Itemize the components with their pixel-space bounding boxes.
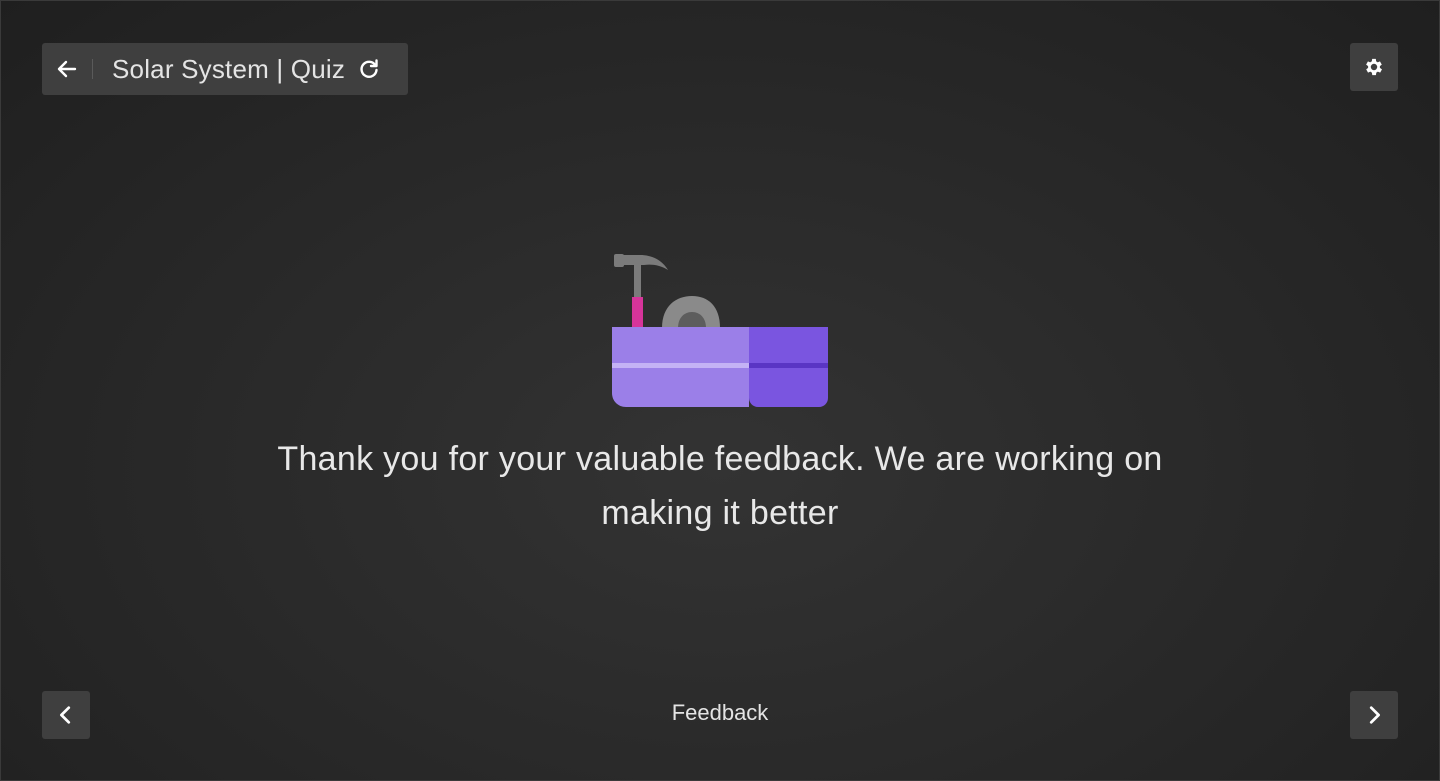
chevron-left-icon (60, 706, 71, 724)
chevron-right-icon (1369, 706, 1380, 724)
gear-icon (1366, 58, 1382, 76)
settings-button[interactable] (1350, 43, 1398, 91)
refresh-icon (360, 59, 378, 78)
header-bar: Solar System | Quiz (42, 43, 408, 95)
header-divider (92, 59, 93, 79)
footer-label: Feedback (671, 700, 769, 725)
refresh-button[interactable] (355, 55, 383, 83)
page-title: Solar System | Quiz (112, 53, 346, 84)
toolbox-icon (612, 254, 828, 407)
next-button[interactable] (1350, 691, 1398, 739)
back-button[interactable] (42, 43, 92, 95)
feedback-message: Thank you for your valuable feedback. We… (277, 440, 1163, 532)
previous-button[interactable] (42, 691, 90, 739)
arrow-left-icon (57, 60, 77, 78)
